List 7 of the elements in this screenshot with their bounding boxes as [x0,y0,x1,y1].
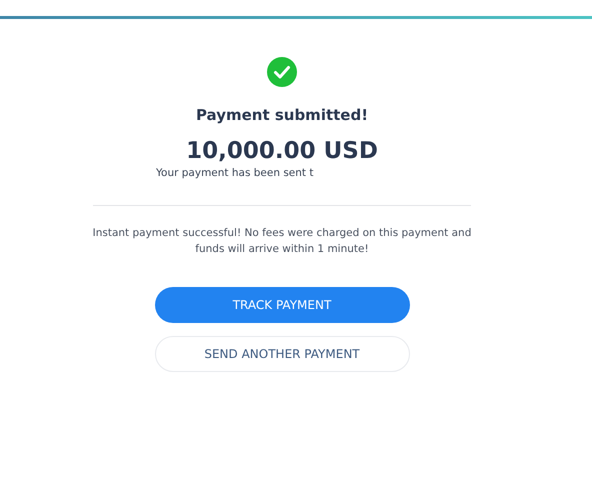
checkmark-icon [267,57,297,87]
success-message: Instant payment successful! No fees were charged on this payment and funds will arrive within 1 minute! [92,226,472,257]
track-payment-button[interactable]: TRACK PAYMENT [154,287,410,323]
payment-amount: 10,000.00 USD [186,138,378,164]
sent-note: Your payment has been sent t [156,167,314,179]
success-title: Payment submitted! [196,106,368,124]
send-another-payment-button[interactable]: SEND ANOTHER PAYMENT [154,336,410,372]
